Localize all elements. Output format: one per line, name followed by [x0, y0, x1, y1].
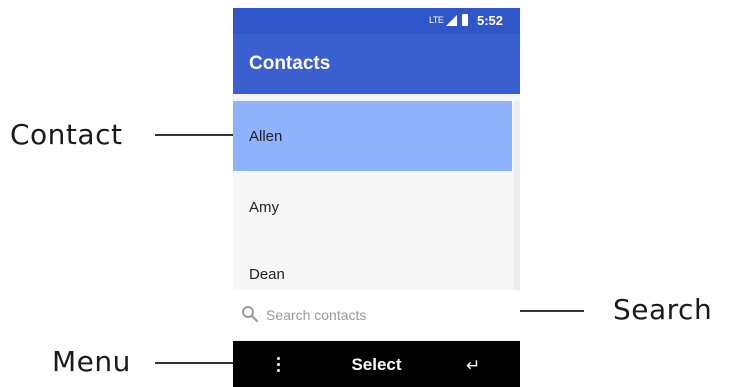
- phone-screen: LTE 5:52 Contacts Allen Amy Dean Search …: [233, 8, 520, 387]
- contact-item-allen[interactable]: Allen: [233, 101, 512, 171]
- softkey-bar: Select ↵: [233, 341, 520, 387]
- contact-item-dean[interactable]: Dean: [233, 241, 512, 290]
- contact-callout-line: [155, 134, 243, 136]
- contact-name: Dean: [249, 266, 285, 283]
- search-callout-label: Search: [613, 293, 713, 326]
- page-title: Contacts: [249, 53, 331, 74]
- contact-item-amy[interactable]: Amy: [233, 171, 512, 241]
- search-input[interactable]: Search contacts: [266, 307, 366, 323]
- status-bar: LTE 5:52: [233, 8, 520, 34]
- contact-name: Allen: [249, 128, 283, 145]
- signal-icon: [446, 15, 457, 26]
- contact-callout-label: Contact: [10, 118, 123, 151]
- search-icon: [242, 306, 259, 323]
- app-bar: Contacts: [233, 34, 520, 94]
- battery-icon: [462, 14, 468, 26]
- menu-callout-label: Menu: [52, 345, 131, 378]
- scrollbar[interactable]: [514, 101, 520, 291]
- status-time: 5:52: [477, 13, 504, 28]
- back-icon[interactable]: ↵: [466, 356, 480, 376]
- search-bar[interactable]: Search contacts: [233, 290, 520, 340]
- network-type: LTE: [429, 15, 444, 25]
- contact-name: Amy: [249, 199, 279, 216]
